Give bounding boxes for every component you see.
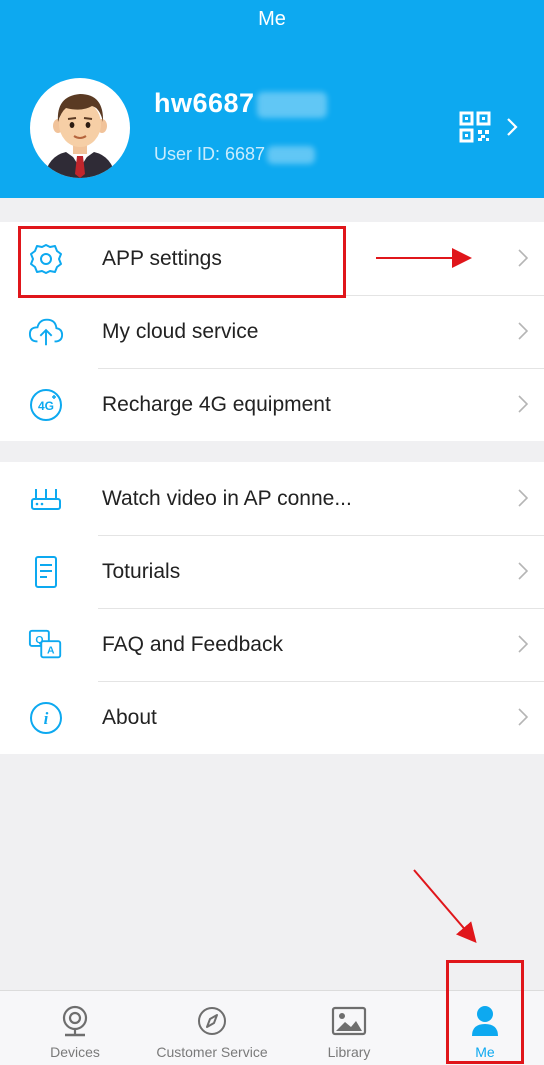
menu-group-help: Watch video in AP conne... Toturials Q A… [0,462,544,754]
annotation-arrow-down [413,869,477,944]
annotation-highlight-me-tab [446,960,524,1064]
chevron-right-icon [507,118,518,136]
chevron-right-icon [518,635,528,653]
redaction-blur [267,146,316,165]
menu-item-cloud-service[interactable]: My cloud service [0,295,544,368]
menu-item-faq-feedback[interactable]: Q A FAQ and Feedback [0,608,544,681]
chevron-right-icon [518,322,528,340]
qr-code-icon [459,111,491,143]
tab-label: Customer Service [156,1044,268,1060]
menu-item-label: Watch video in AP conne... [102,486,352,510]
menu-item-label: FAQ and Feedback [102,632,283,656]
tab-library[interactable]: Library [314,991,384,1065]
menu-item-recharge-4g[interactable]: 4G Recharge 4G equipment [0,368,544,441]
tab-label: Library [327,1044,371,1060]
image-icon [331,1003,367,1039]
info-icon: i [28,701,64,735]
menu-item-label: About [102,705,157,729]
camera-icon [57,1003,93,1039]
cloud-upload-icon [28,315,64,349]
profile-header: Me hw6687 User ID: 6687 [0,0,544,198]
tab-label: Devices [50,1044,100,1060]
username-text: hw6687 [154,88,255,118]
user-id-text: User ID: 6687 [154,144,266,164]
document-icon [28,555,64,589]
annotation-highlight-app-settings [18,226,346,298]
tab-customer-service[interactable]: Customer Service [146,991,278,1065]
compass-icon [194,1003,230,1039]
faq-icon: Q A [28,628,64,662]
chevron-right-icon [518,708,528,726]
qr-code-button[interactable] [458,108,528,146]
avatar[interactable] [30,78,130,178]
menu-item-about[interactable]: i About [0,681,544,754]
chevron-right-icon [518,395,528,413]
svg-text:A: A [47,646,55,657]
svg-text:i: i [44,709,49,728]
chevron-right-icon [518,249,528,267]
menu-item-ap-video[interactable]: Watch video in AP conne... [0,462,544,535]
4g-icon: 4G [28,388,64,422]
menu-item-label: My cloud service [102,319,259,343]
chevron-right-icon [518,489,528,507]
page-title: Me [258,8,286,30]
user-id: User ID: 6687 [154,144,316,165]
avatar-illustration [44,94,116,178]
svg-text:4G: 4G [38,399,54,413]
chevron-right-icon [518,562,528,580]
router-icon [28,482,64,516]
menu-item-label: Toturials [102,559,181,583]
redaction-blur [256,91,327,118]
menu-item-tutorials[interactable]: Toturials [0,535,544,608]
tab-devices[interactable]: Devices [40,991,110,1065]
username: hw6687 [154,88,327,119]
menu-item-label: Recharge 4G equipment [102,392,331,416]
